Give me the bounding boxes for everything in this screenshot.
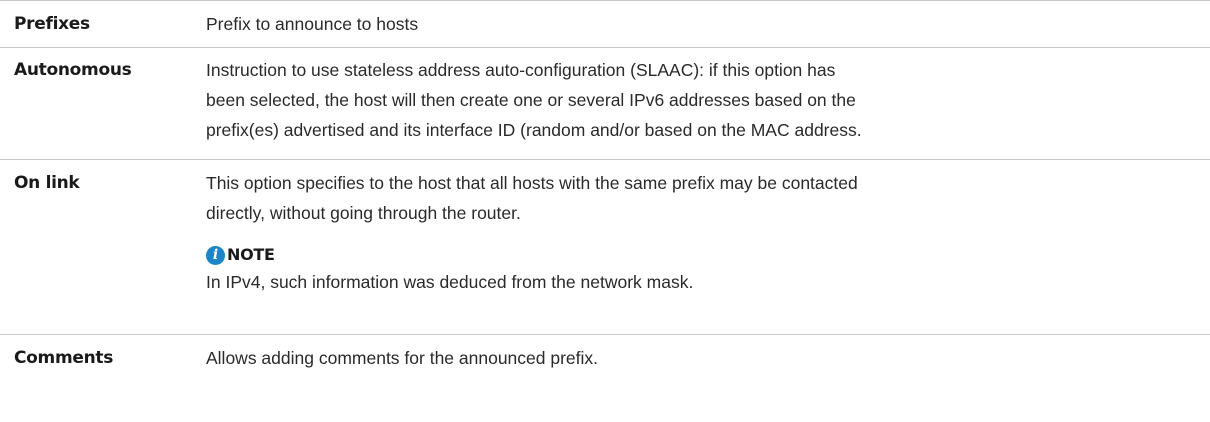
term-comments: Comments <box>14 348 114 368</box>
definition-table: Prefixes Prefix to announce to hosts Aut… <box>0 0 1210 383</box>
info-icon: i <box>206 245 225 265</box>
definition-on-link: This option specifies to the host that a… <box>206 168 1210 334</box>
definition-line: Instruction to use stateless address aut… <box>206 60 836 80</box>
note-text: In IPv4, such information was deduced fr… <box>206 272 694 292</box>
definition-comments: Allows adding comments for the announced… <box>206 348 599 368</box>
term-autonomous: Autonomous <box>14 60 132 80</box>
definition-autonomous: Instruction to use stateless address aut… <box>206 55 1210 159</box>
definition-line: been selected, the host will then create… <box>206 90 856 110</box>
table-row-on-link: On link This option specifies to the hos… <box>0 160 1210 335</box>
definition-line: prefix(es) advertised and its interface … <box>206 120 862 140</box>
definition-line: This option specifies to the host that a… <box>206 173 858 193</box>
table-row-autonomous: Autonomous Instruction to use stateless … <box>0 48 1210 160</box>
definition-line: directly, without going through the rout… <box>206 203 521 223</box>
note-box: i NOTE In IPv4, such information was ded… <box>206 242 1196 296</box>
table-row-prefixes: Prefixes Prefix to announce to hosts <box>0 1 1210 48</box>
term-on-link: On link <box>14 173 80 193</box>
note-title: NOTE <box>227 245 275 264</box>
table-row-comments: Comments Allows adding comments for the … <box>0 335 1210 383</box>
term-prefixes: Prefixes <box>14 14 90 34</box>
note-header: i NOTE <box>206 242 1196 268</box>
definition-prefixes: Prefix to announce to hosts <box>206 14 419 34</box>
